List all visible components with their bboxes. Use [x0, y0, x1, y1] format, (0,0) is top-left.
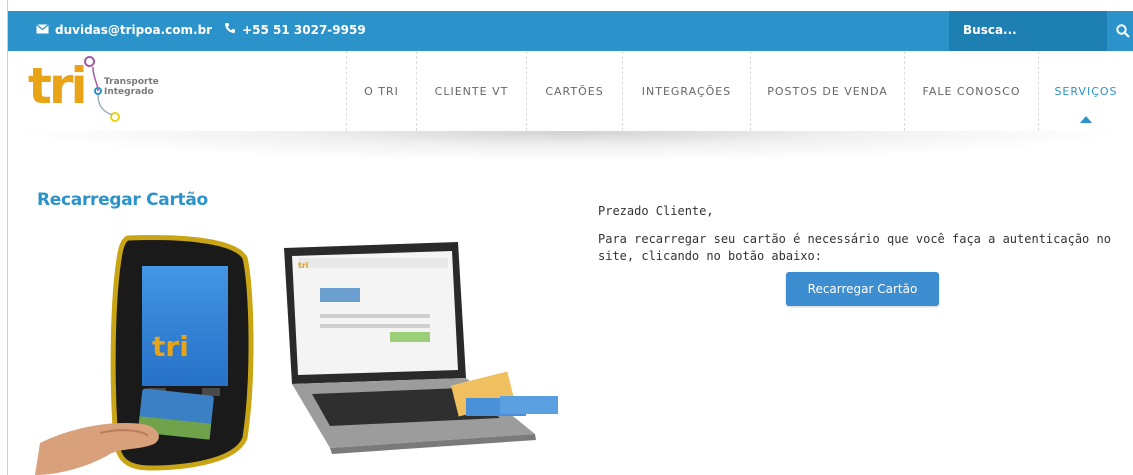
instruction-text: Para recarregar seu cartão é necessário …	[598, 232, 1111, 263]
recharge-instructions: Prezado Cliente, Para recarregar seu car…	[598, 203, 1128, 276]
logo-tagline-line1: Transporte	[104, 77, 159, 87]
nav-label: POSTOS DE VENDA	[767, 84, 888, 98]
nav-item-cartoes[interactable]: CARTÕES	[526, 51, 622, 131]
nav-item-integracoes[interactable]: INTEGRAÇÕES	[622, 51, 750, 131]
contact-info: duvidas@tripoa.com.br +55 51 3027-9959	[36, 22, 366, 37]
header-shadow	[8, 131, 1133, 161]
svg-text:tri: tri	[298, 261, 309, 270]
logo-tagline: Transporte Integrado	[104, 77, 159, 97]
nav-label: SERVIÇOS	[1054, 84, 1118, 98]
transit-cards	[450, 371, 558, 417]
phone-icon	[224, 22, 236, 37]
search-input[interactable]: Busca...	[949, 11, 1107, 51]
recharge-illustration: tri tri	[35, 235, 558, 475]
nav-item-fale-conosco[interactable]: FALE CONOSCO	[904, 51, 1038, 131]
nav-item-o-tri[interactable]: O TRI	[346, 51, 416, 131]
site-header: tri Transporte Integrado O TRI CLIENTE V…	[8, 51, 1133, 131]
site-logo[interactable]: tri Transporte Integrado	[28, 55, 178, 125]
contact-email[interactable]: duvidas@tripoa.com.br	[55, 23, 212, 37]
laptop: tri	[284, 242, 536, 454]
nav-label: INTEGRAÇÕES	[641, 84, 732, 98]
search-icon	[1116, 24, 1130, 38]
recharge-card-button[interactable]: Recarregar Cartão	[786, 272, 939, 306]
nav-label: CLIENTE VT	[434, 84, 509, 98]
main-nav: O TRI CLIENTE VT CARTÕES INTEGRAÇÕES POS…	[346, 51, 1133, 131]
page-frame	[0, 0, 8, 475]
nav-label: FALE CONOSCO	[922, 84, 1021, 98]
top-bar: duvidas@tripoa.com.br +55 51 3027-9959 B…	[8, 11, 1133, 51]
logo-tagline-line2: Integrado	[104, 87, 154, 97]
greeting-text: Prezado Cliente,	[598, 204, 714, 218]
envelope-icon	[36, 23, 49, 37]
contact-phone[interactable]: +55 51 3027-9959	[242, 23, 366, 37]
search-button[interactable]	[1107, 11, 1133, 51]
logo-brand: tri	[28, 57, 88, 115]
svg-text:tri: tri	[152, 330, 189, 363]
caret-up-icon	[1080, 116, 1092, 123]
nav-label: O TRI	[364, 84, 399, 98]
page-title: Recarregar Cartão	[37, 190, 208, 210]
nav-item-postos-de-venda[interactable]: POSTOS DE VENDA	[750, 51, 904, 131]
nav-item-cliente-vt[interactable]: CLIENTE VT	[416, 51, 526, 131]
nav-item-servicos[interactable]: SERVIÇOS	[1038, 51, 1133, 131]
nav-label: CARTÕES	[545, 84, 604, 98]
